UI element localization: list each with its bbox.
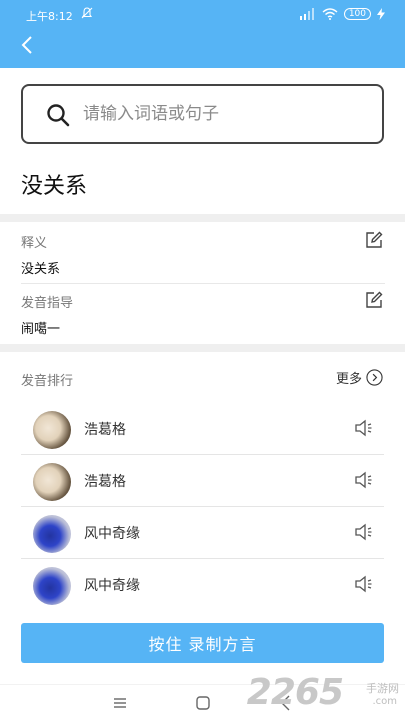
ranking-user-name: 浩葛格 [84, 474, 126, 490]
wifi-icon [322, 8, 338, 20]
watermark-logo: 2265 手游网 .com [247, 672, 399, 713]
edit-pronunciation-icon[interactable] [365, 291, 383, 309]
ranking-user-name: 风中奇缘 [84, 526, 140, 542]
word-title: 没关系 [21, 174, 88, 199]
avatar [33, 411, 71, 449]
edit-definition-icon[interactable] [365, 231, 383, 249]
watermark-site: 手游网 [366, 682, 399, 695]
ranking-title: 发音排行 [21, 374, 74, 389]
status-time: 上午8:12 [26, 10, 73, 23]
back-button[interactable] [14, 32, 40, 58]
menu-icon[interactable] [110, 693, 130, 713]
more-button[interactable]: 更多 [336, 368, 383, 387]
speaker-icon[interactable] [354, 523, 374, 541]
chevron-left-icon [21, 36, 32, 54]
watermark-domain: .com [372, 696, 397, 707]
status-bar: 上午8:12 100 [0, 0, 405, 28]
speaker-icon[interactable] [354, 419, 374, 437]
signal-icon [299, 8, 314, 20]
avatar [33, 567, 71, 605]
more-label: 更多 [335, 372, 362, 387]
chevron-right-circle-icon [366, 369, 383, 386]
app-header: 上午8:12 100 [0, 0, 405, 68]
search-icon [47, 104, 70, 127]
avatar [33, 463, 71, 501]
definition-value: 没关系 [21, 262, 61, 277]
home-icon[interactable] [193, 693, 213, 713]
speaker-icon[interactable] [354, 575, 374, 593]
avatar [33, 515, 71, 553]
ranking-row[interactable]: 风中奇缘 [21, 559, 384, 611]
section-divider [0, 214, 405, 222]
status-icons: 100 [299, 6, 385, 22]
charging-icon [377, 8, 385, 20]
search-box[interactable] [21, 84, 384, 144]
mute-bell-icon [81, 7, 93, 19]
search-input[interactable] [83, 98, 363, 130]
ranking-row[interactable]: 浩葛格 [21, 455, 384, 507]
ranking-user-name: 浩葛格 [84, 422, 126, 438]
ranking-row[interactable]: 风中奇缘 [21, 507, 384, 559]
ranking-row[interactable]: 浩葛格 [21, 403, 384, 455]
ranking-user-name: 风中奇缘 [84, 578, 140, 594]
record-dialect-button[interactable]: 按住 录制方言 [21, 623, 384, 663]
pronunciation-guide-label: 发音指导 [21, 296, 74, 311]
watermark-number: 2265 [246, 672, 344, 713]
pronunciation-guide-value: 闹噶一 [21, 322, 61, 337]
divider [21, 283, 385, 284]
section-divider [0, 344, 405, 352]
speaker-icon[interactable] [354, 471, 374, 489]
definition-label: 释义 [21, 236, 48, 251]
battery-indicator: 100 [343, 8, 371, 20]
